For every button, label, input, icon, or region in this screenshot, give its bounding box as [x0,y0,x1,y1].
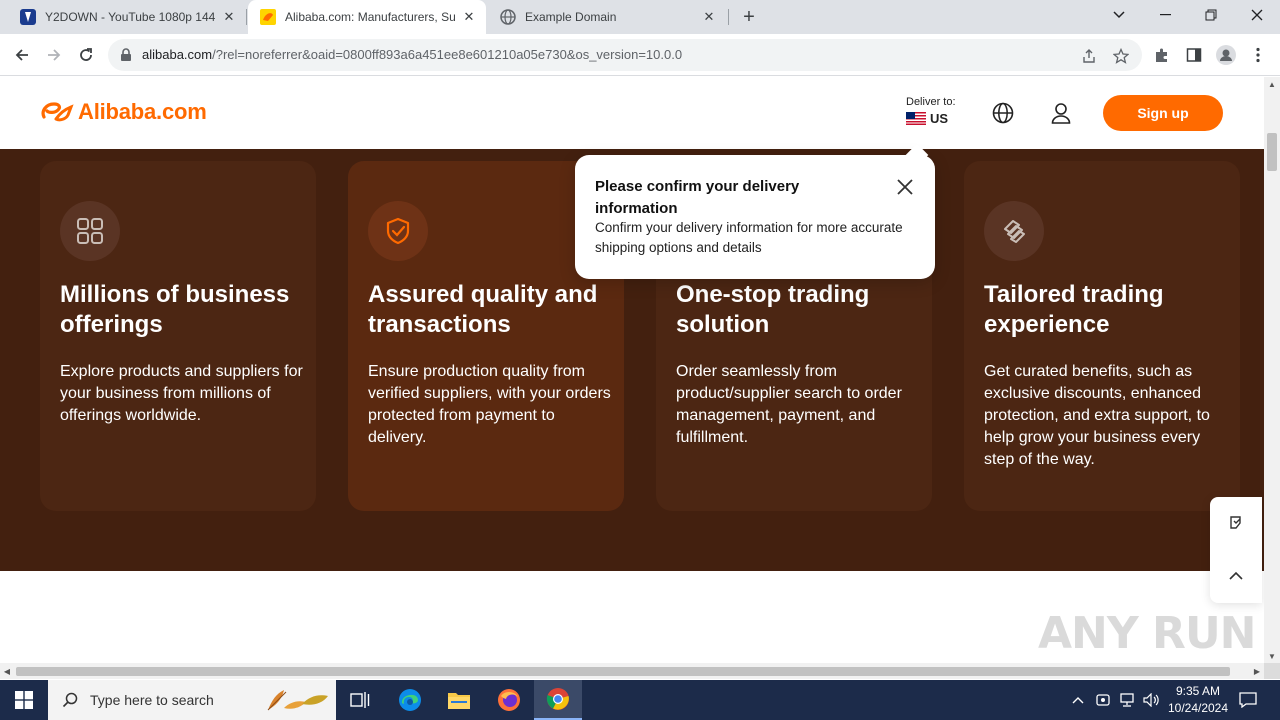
scroll-left-arrow-icon[interactable]: ◀ [0,663,14,679]
language-globe-icon[interactable] [991,101,1015,125]
scroll-right-arrow-icon[interactable]: ▶ [1250,663,1264,679]
account-user-icon[interactable] [1049,101,1073,125]
page-viewport: Alibaba.com Deliver to: US Sign up Milli… [0,77,1264,663]
sign-up-button[interactable]: Sign up [1103,95,1223,131]
back-to-top-icon[interactable] [1226,565,1246,585]
notifications-icon[interactable] [1238,690,1258,710]
search-placeholder: Type here to search [90,692,214,708]
forward-button[interactable] [41,42,67,68]
taskbar-clock[interactable]: 9:35 AM 10/24/2024 [1158,683,1238,717]
alibaba-favicon [260,9,276,25]
search-icon [62,692,78,708]
file-explorer-icon[interactable] [435,680,483,720]
clock-time: 9:35 AM [1175,684,1221,698]
layers-icon [984,201,1044,261]
extensions-puzzle-icon[interactable] [1152,45,1172,65]
delivery-confirm-popup: Please confirm your delivery information… [575,155,935,279]
deliver-label: Deliver to: [906,96,956,108]
autumn-leaves-icon [267,690,328,711]
chrome-menu-icon[interactable] [1248,45,1268,65]
side-panel-icon[interactable] [1184,45,1204,65]
feature-card: Millions of business offerings Explore p… [40,161,316,511]
shield-check-icon [368,201,428,261]
start-windows-icon[interactable] [0,680,48,720]
close-window-button[interactable] [1234,0,1280,30]
tab-search-chevron-icon[interactable] [1096,0,1142,30]
tab-separator [728,9,729,25]
alibaba-logo[interactable]: Alibaba.com [40,99,207,125]
tab-title: Example Domain [525,10,617,24]
grid-icon [60,201,120,261]
vertical-scrollbar[interactable]: ▲ ▼ [1264,77,1280,663]
logo-text: Alibaba.com [78,99,207,124]
feature-description: Order seamlessly from product/supplier s… [676,363,902,446]
minimize-button[interactable] [1142,0,1188,30]
deliver-to-selector[interactable]: Deliver to: US [906,96,956,126]
back-button[interactable] [9,42,35,68]
popup-title: Please confirm your delivery information [595,178,800,217]
profile-avatar-icon[interactable] [1216,45,1236,65]
tab-alibaba[interactable]: Alibaba.com: Manufacturers, Suppliers ✕ [248,0,486,34]
horizontal-scroll-thumb[interactable] [16,667,1230,676]
globe-favicon [500,9,516,25]
popup-body: Confirm your delivery information for mo… [595,220,903,255]
tab-example-domain[interactable]: Example Domain ✕ [488,0,726,34]
windows-taskbar: Type here to search 9:35 AM 10/24/2024 [0,680,1280,720]
feature-title: Assured quality and transactions [368,281,598,338]
feature-description: Ensure production quality from verified … [368,363,611,446]
feature-description: Get curated benefits, such as exclusive … [984,363,1210,468]
url-text: alibaba.com/?rel=noreferrer&oaid=0800ff8… [142,47,683,62]
tab-close-icon[interactable]: ✕ [461,9,477,25]
scrollbar-corner [1264,663,1280,679]
task-view-icon[interactable] [336,680,384,720]
browser-toolbar: alibaba.com/?rel=noreferrer&oaid=0800ff8… [0,34,1280,76]
firefox-icon[interactable] [485,680,533,720]
edge-browser-icon[interactable] [386,680,434,720]
horizontal-scrollbar[interactable]: ◀ ▶ [0,663,1264,679]
restore-button[interactable] [1188,0,1234,30]
deliver-country: US [930,111,949,126]
tab-title: Y2DOWN - YouTube 1080p 1440p [45,10,215,24]
watermark-text: ANY RUN [1038,608,1256,659]
share-icon[interactable] [1080,47,1098,65]
meet-now-icon[interactable] [1094,690,1112,710]
clock-date: 10/24/2024 [1167,701,1229,715]
y2down-favicon [20,9,36,25]
tab-close-icon[interactable]: ✕ [701,9,717,25]
feature-title: One-stop trading solution [676,281,870,338]
anyrun-watermark: ANY RUN [1038,608,1256,659]
feedback-icon[interactable] [1226,513,1246,533]
reload-button[interactable] [73,42,99,68]
feature-card: Tailored trading experience Get curated … [964,161,1240,511]
taskbar-search-box[interactable]: Type here to search [48,680,336,720]
popup-close-icon[interactable] [895,177,915,197]
vertical-scroll-thumb[interactable] [1267,133,1277,171]
site-header: Alibaba.com Deliver to: US Sign up [0,77,1264,149]
alibaba-logo-mark-icon [41,102,74,122]
scroll-down-arrow-icon[interactable]: ▼ [1264,649,1280,663]
feature-title: Millions of business offerings [60,281,290,338]
lock-icon [121,48,131,61]
tab-close-icon[interactable]: ✕ [221,9,237,25]
feature-title: Tailored trading experience [984,281,1164,338]
address-bar[interactable]: alibaba.com/?rel=noreferrer&oaid=0800ff8… [108,39,1142,71]
browser-tab-bar: Y2DOWN - YouTube 1080p 1440p ✕ Alibaba.c… [0,0,1280,34]
chrome-icon[interactable] [534,680,582,720]
feature-description: Explore products and suppliers for your … [60,363,303,424]
tab-separator [246,9,247,25]
new-tab-button[interactable]: + [738,6,760,28]
floating-side-tools [1210,497,1262,603]
network-icon[interactable] [1117,690,1137,710]
tab-y2down[interactable]: Y2DOWN - YouTube 1080p 1440p ✕ [8,0,246,34]
bookmark-star-icon[interactable] [1112,47,1130,65]
tab-title: Alibaba.com: Manufacturers, Suppliers [285,10,455,24]
tray-overflow-chevron-icon[interactable] [1070,690,1086,710]
scroll-up-arrow-icon[interactable]: ▲ [1264,77,1280,91]
us-flag-icon [906,112,926,125]
